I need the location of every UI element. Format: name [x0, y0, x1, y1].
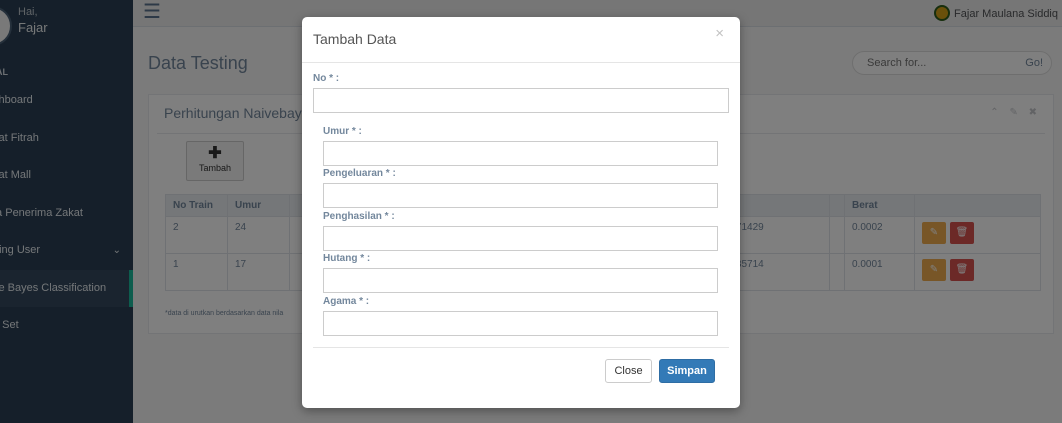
hutang-field[interactable] [323, 268, 718, 293]
close-icon[interactable]: × [715, 25, 724, 42]
field-label-no: No * : [313, 73, 340, 84]
modal-footer-divider [313, 347, 729, 348]
add-data-modal: Tambah Data × No * : Umur * : Pengeluara… [302, 17, 740, 408]
field-label-umur: Umur * : [323, 126, 362, 137]
modal-title: Tambah Data [313, 31, 397, 47]
pengeluaran-field[interactable] [323, 183, 718, 208]
penghasilan-field[interactable] [323, 226, 718, 251]
no-field[interactable] [313, 88, 729, 113]
field-label-penghasilan: Penghasilan * : [323, 211, 395, 222]
field-label-agama: Agama * : [323, 296, 370, 307]
umur-field[interactable] [323, 141, 718, 166]
agama-field[interactable] [323, 311, 718, 336]
field-label-pengeluaran: Pengeluaran * : [323, 168, 396, 179]
save-button[interactable]: Simpan [659, 359, 715, 383]
close-button[interactable]: Close [605, 359, 652, 383]
field-label-hutang: Hutang * : [323, 253, 371, 264]
modal-header-divider [302, 62, 740, 63]
